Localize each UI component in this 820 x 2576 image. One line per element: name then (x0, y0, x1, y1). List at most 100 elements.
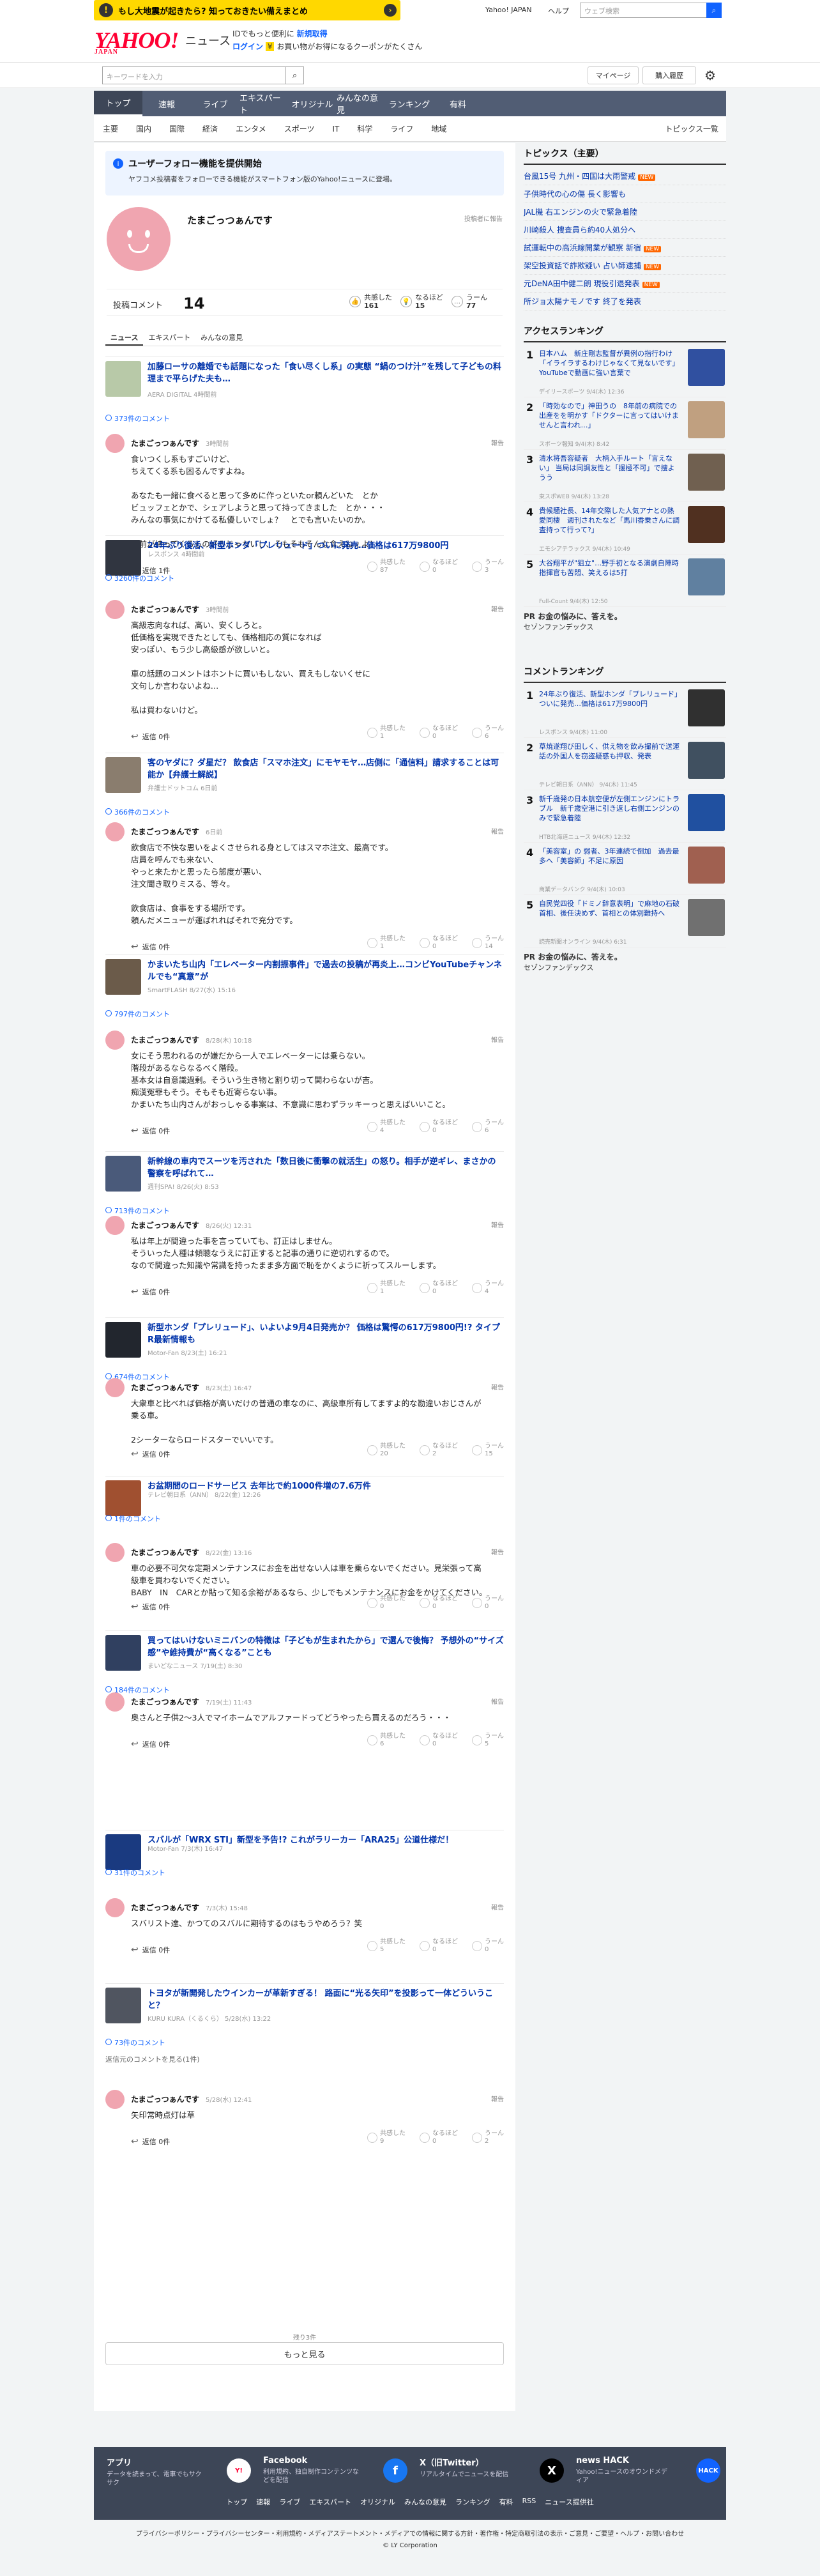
comment-count-link[interactable]: 1件のコメント (105, 1514, 161, 1524)
ranking-item[interactable]: 5 自民党四役「ドミノ辞意表明」で麻地の石破首相、後任決めず、首相との体別難持へ読… (524, 895, 726, 947)
article-link[interactable]: 客のヤダに？ダ星だ？ 飲食店「スマホ注文」にモヤモヤ…店側に「通信料」請求するこ… (105, 757, 504, 795)
footer-link[interactable]: ニュース提供社 (545, 2497, 593, 2507)
reply-button[interactable]: 返信 0件 (131, 2136, 171, 2147)
topic-link[interactable]: 川崎殺人 捜査員ら約40人処分へ (524, 221, 726, 239)
reply-button[interactable]: 返信 0件 (131, 1287, 171, 1297)
tab-news[interactable]: ニュース (105, 328, 144, 346)
help-link[interactable]: ヘルプ (548, 6, 569, 16)
tab-expert[interactable]: エキスパート (143, 328, 195, 346)
signup-link[interactable]: 新規取得 (297, 29, 328, 38)
report-link[interactable]: 報告 (491, 826, 504, 836)
notice-box[interactable]: i ユーザーフォロー機能を提供開始 ヤフコメ投稿者をフォローできる機能がスマート… (105, 151, 504, 195)
report-link[interactable]: 報告 (491, 2094, 504, 2103)
category-item[interactable]: 国際 (160, 123, 194, 134)
ranking-item[interactable]: 3 清水将吾容疑者 大柄入手ルート「言えない」 当局は同調友性と「援極不可」で捜よ… (524, 450, 726, 502)
topic-link[interactable]: 台風15号 九州・四国は大雨警戒 NEW (524, 167, 726, 185)
empathy-button[interactable]: 共感した 20 (367, 1443, 406, 1458)
ranking-item[interactable]: 3 新千歳発の日本航空便が左側エンジンにトラブル 新千歳空港に引き返し右側エンジン… (524, 790, 726, 843)
footer-link[interactable]: 速報 (256, 2497, 270, 2507)
topic-link[interactable]: 所ジョ太陽ナモノです 終了を発表 (524, 293, 726, 310)
footer-link[interactable]: RSS (522, 2497, 536, 2507)
empathy-button[interactable]: 共感した 1 (367, 935, 406, 951)
topic-link[interactable]: 子供時代の心の傷 長く影響も (524, 185, 726, 203)
reply-button[interactable]: 返信 0件 (131, 1449, 171, 1459)
comment-count-link[interactable]: 3260件のコメント (105, 573, 174, 583)
report-link[interactable]: 報告 (491, 1382, 504, 1392)
comment-author[interactable]: たまごっつぁんです 3時間前 (131, 604, 229, 615)
footer-link[interactable]: エキスパート (309, 2497, 351, 2507)
reply-button[interactable]: 返信 0件 (131, 732, 171, 742)
comment-count-link[interactable]: 797件のコメント (105, 1009, 170, 1019)
naruhodo-button[interactable]: なるほど 0 (420, 935, 458, 951)
article-link[interactable]: 新幹線の車内でスーツを汚された「数日後に衝撃の就活生」の怒り。相手が逆ギレ、まさ… (105, 1156, 504, 1194)
avatar[interactable] (105, 1378, 125, 1397)
uun-button[interactable]: うーん 0 (472, 1938, 504, 1954)
uun-button[interactable]: うーん 15 (472, 1443, 504, 1458)
parent-comment-link[interactable]: 返信元のコメントを見る(1件) (105, 2054, 200, 2064)
report-link[interactable]: 報告 (491, 604, 504, 613)
uun-button[interactable]: うーん 2 (472, 2130, 504, 2145)
naruhodo-button[interactable]: なるほど 2 (420, 1443, 458, 1458)
avatar[interactable] (105, 822, 125, 841)
reply-button[interactable]: 返信 0件 (131, 1126, 171, 1136)
category-item[interactable]: 地域 (422, 123, 455, 134)
web-search-input[interactable]: ウェブ検索 (580, 3, 708, 18)
report-link[interactable]: 報告 (491, 1696, 504, 1706)
avatar[interactable] (105, 1031, 125, 1050)
mypage-button[interactable]: マイページ (588, 66, 639, 84)
footer-link[interactable]: ライブ (279, 2497, 300, 2507)
emergency-banner[interactable]: ! もし大地震が起きたら? 知っておきたい備えまとめ › (94, 0, 400, 20)
nav-breaking[interactable]: 速報 (142, 91, 191, 116)
avatar[interactable] (105, 2090, 125, 2109)
ranking-item[interactable]: 4 「美容室」の 弱者、3年連続で倒加 過去最多へ「美容師」不足に原因 商業データバ… (524, 843, 726, 895)
empathy-button[interactable]: 共感した 1 (367, 725, 406, 740)
yahoo-logo[interactable]: YAHOO! JAPAN (95, 27, 179, 56)
uun-button[interactable]: うーん 6 (472, 725, 504, 740)
category-item[interactable]: エンタメ (227, 123, 275, 134)
comment-count-link[interactable]: 713件のコメント (105, 1206, 170, 1216)
report-link[interactable]: 報告 (491, 1547, 504, 1556)
search-icon[interactable]: ⌕ (286, 66, 304, 84)
login-link[interactable]: ログイン (232, 42, 263, 51)
empathy-button[interactable]: 共感した 4 (367, 1119, 406, 1135)
naruhodo-button[interactable]: なるほど 0 (420, 1280, 458, 1296)
uun-button[interactable]: うーん 0 (472, 1595, 504, 1611)
naruhodo-button[interactable]: なるほど 0 (420, 725, 458, 740)
article-link[interactable]: 24年ぶり復活、新型ホンダ「プレリュード」ついに発売…価格は617万9800円レ… (105, 540, 504, 578)
empathy-button[interactable]: 共感した 6 (367, 1733, 406, 1748)
comment-author[interactable]: たまごっつぁんです 7/3(木) 15:48 (131, 1902, 248, 1913)
naruhodo-button[interactable]: なるほど 0 (420, 1595, 458, 1611)
footer-newshack[interactable]: news HACK Yahoo!ニュースのオウンドメディア HACK (576, 2456, 729, 2485)
article-link[interactable]: 買ってはいけないミニバンの特徴は「子どもが生まれたから」で選んで後悔？ 予想外の… (105, 1635, 504, 1673)
footer-facebook[interactable]: Facebook 利用規約、独自制作コンテンツなどを配信 f (263, 2456, 416, 2485)
footer-link[interactable]: 有料 (499, 2497, 513, 2507)
comment-author[interactable]: たまごっつぁんです 8/23(土) 16:47 (131, 1382, 252, 1393)
reply-button[interactable]: 返信 0件 (131, 1945, 171, 1955)
tab-opinion[interactable]: みんなの意見 (195, 328, 248, 346)
comment-author[interactable]: たまごっつぁんです 8/26(火) 12:31 (131, 1220, 252, 1230)
article-link[interactable]: 加藤ローサの離婚でも話題になった「食い尽くし系」の実態 “鍋のつけ汁”を残して子… (105, 361, 504, 399)
comment-count-link[interactable]: 31件のコメント (105, 1867, 165, 1878)
empathy-button[interactable]: 共感した 9 (367, 2130, 406, 2145)
category-item[interactable]: 主要 (94, 123, 127, 134)
uun-button[interactable]: うーん 14 (472, 935, 504, 951)
keyword-search-input[interactable]: キーワードを入力 (102, 66, 286, 84)
uun-button[interactable]: うーん 4 (472, 1280, 504, 1296)
empathy-button[interactable]: 共感した 5 (367, 1938, 406, 1954)
article-link[interactable]: スバルが「WRX STI」新型を予告!? これがラリーカー「ARA25」公道仕様… (105, 1834, 504, 1873)
uun-button[interactable]: うーん 6 (472, 1119, 504, 1135)
report-link[interactable]: 報告 (491, 438, 504, 447)
report-link[interactable]: 報告 (491, 1034, 504, 1044)
footer-link[interactable]: トップ (226, 2497, 247, 2507)
comment-author[interactable]: たまごっつぁんです 8/22(金) 13:16 (131, 1547, 252, 1558)
footer-link[interactable]: ランキング (455, 2497, 490, 2507)
topic-link[interactable]: JAL機 右エンジンの火で緊急着陸 (524, 203, 726, 221)
gear-icon[interactable]: ⚙ (701, 66, 719, 84)
topic-link[interactable]: 元DeNA田中健二朗 現役引退発表 NEW (524, 275, 726, 293)
naruhodo-button[interactable]: なるほど 0 (420, 1938, 458, 1954)
avatar[interactable] (105, 1543, 125, 1562)
ranking-item[interactable]: 1 日本ハム 新庄剛志監督が異例の指行わけ「イライラするわけじゃなくて見ないです」… (524, 345, 726, 397)
ranking-item[interactable]: 4 貴候騒社長、14年交際した人気アナとの熱愛同棲 週刊されたなど「馬川香乗さんに… (524, 502, 726, 555)
avatar[interactable] (105, 1216, 125, 1235)
empathy-button[interactable]: 共感した 0 (367, 1595, 406, 1611)
